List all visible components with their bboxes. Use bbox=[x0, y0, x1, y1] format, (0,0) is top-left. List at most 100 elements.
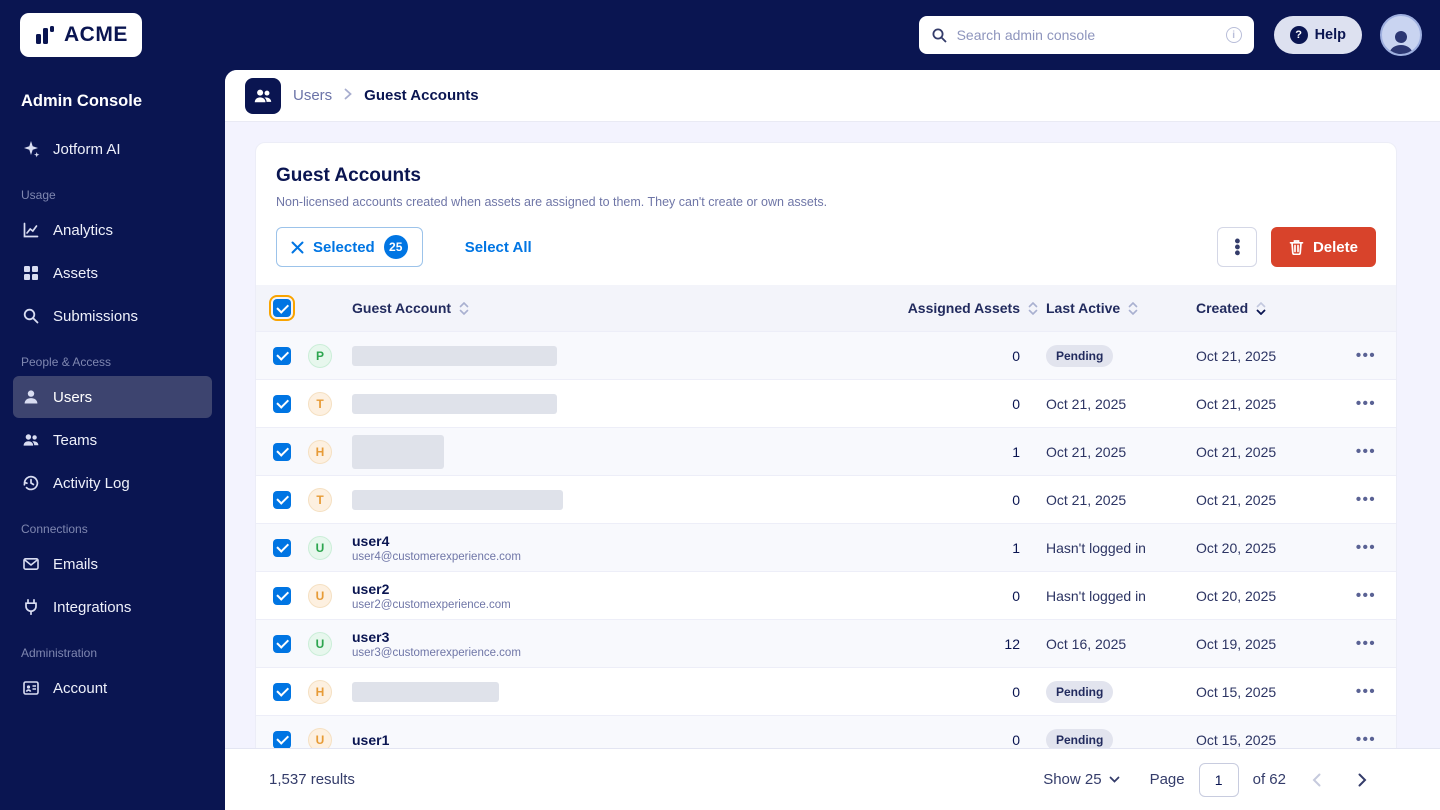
select-all-checkbox[interactable] bbox=[269, 295, 295, 321]
search-input[interactable] bbox=[956, 27, 1217, 43]
created-value: Oct 21, 2025 bbox=[1196, 347, 1277, 364]
redacted-name bbox=[352, 393, 557, 414]
row-checkbox[interactable] bbox=[273, 490, 291, 509]
chevron-right-icon bbox=[1358, 773, 1366, 786]
avatar: H bbox=[308, 679, 332, 704]
delete-button[interactable]: Delete bbox=[1270, 227, 1376, 267]
search-info-icon[interactable]: i bbox=[1225, 27, 1242, 43]
sidebar-item-integrations[interactable]: Integrations bbox=[13, 586, 212, 628]
breadcrumb: Users Guest Accounts bbox=[225, 70, 1440, 122]
sidebar-section-usage: Usage bbox=[21, 188, 56, 202]
redacted-name bbox=[352, 345, 557, 366]
teams-icon bbox=[21, 431, 40, 450]
show-per-page-select[interactable]: Show 25 bbox=[1043, 771, 1119, 788]
last-active-value: Oct 21, 2025 bbox=[1046, 491, 1127, 508]
sidebar-item-users[interactable]: Users bbox=[13, 376, 212, 418]
avatar: U bbox=[308, 535, 332, 560]
row-menu-button[interactable]: ••• bbox=[1356, 539, 1376, 556]
row-menu-button[interactable]: ••• bbox=[1356, 635, 1376, 652]
sidebar-item-account[interactable]: Account bbox=[13, 667, 212, 709]
redacted-name bbox=[352, 434, 444, 469]
sidebar-item-activity-log[interactable]: Activity Log bbox=[13, 462, 212, 504]
column-guest-account[interactable]: Guest Account bbox=[352, 300, 896, 316]
row-checkbox[interactable] bbox=[273, 442, 291, 461]
sidebar-item-submissions[interactable]: Submissions bbox=[13, 295, 212, 337]
breadcrumb-users-link[interactable]: Users bbox=[293, 87, 332, 104]
row-checkbox[interactable] bbox=[273, 538, 291, 557]
created-value: Oct 19, 2025 bbox=[1196, 635, 1277, 652]
previous-page-button[interactable] bbox=[1300, 764, 1332, 796]
acme-logo[interactable]: ACME bbox=[20, 13, 142, 57]
last-active-value: Oct 21, 2025 bbox=[1046, 443, 1127, 460]
table-row: U user3 user3@customerexperience.com 12 … bbox=[256, 619, 1396, 667]
table-header: Guest Account Assigned Assets Last Activ… bbox=[256, 285, 1396, 331]
sidebar-item-assets[interactable]: Assets bbox=[13, 252, 212, 294]
next-page-button[interactable] bbox=[1346, 764, 1378, 796]
users-breadcrumb-icon bbox=[245, 77, 281, 114]
help-button[interactable]: ? Help bbox=[1273, 16, 1362, 54]
page-description: Non-licensed accounts created when asset… bbox=[276, 195, 828, 209]
created-value: Oct 15, 2025 bbox=[1196, 683, 1277, 700]
assigned-assets-value: 0 bbox=[1012, 731, 1020, 748]
row-menu-button[interactable]: ••• bbox=[1356, 443, 1376, 460]
row-menu-button[interactable]: ••• bbox=[1356, 587, 1376, 604]
row-menu-button[interactable]: ••• bbox=[1356, 731, 1376, 748]
row-checkbox[interactable] bbox=[273, 346, 291, 365]
more-actions-button[interactable]: ••• bbox=[1216, 227, 1257, 267]
sidebar-item-analytics[interactable]: Analytics bbox=[13, 209, 212, 251]
row-checkbox[interactable] bbox=[273, 730, 291, 748]
integrations-icon bbox=[21, 598, 40, 617]
assigned-assets-value: 1 bbox=[1012, 443, 1020, 460]
row-menu-button[interactable]: ••• bbox=[1356, 395, 1376, 412]
sidebar-item-jotform-ai[interactable]: Jotform AI bbox=[13, 128, 212, 170]
guest-accounts-card: Guest Accounts Non-licensed accounts cre… bbox=[255, 142, 1397, 748]
sidebar-item-emails[interactable]: Emails bbox=[13, 543, 212, 585]
avatar: U bbox=[308, 727, 332, 748]
users-icon bbox=[21, 388, 40, 407]
table-row: U user1 0 Pending Oct 15, 2025 ••• bbox=[256, 715, 1396, 748]
row-checkbox[interactable] bbox=[273, 586, 291, 605]
page-number-input[interactable] bbox=[1198, 762, 1239, 797]
last-active-value: Oct 21, 2025 bbox=[1046, 395, 1127, 412]
avatar: T bbox=[308, 487, 332, 512]
column-created[interactable]: Created bbox=[1196, 300, 1336, 316]
admin-search: i bbox=[918, 16, 1254, 54]
guest-email: user3@customerexperience.com bbox=[352, 646, 521, 659]
selected-count-badge: 25 bbox=[383, 235, 408, 259]
column-last-active[interactable]: Last Active bbox=[1046, 300, 1196, 316]
avatar: U bbox=[308, 583, 332, 608]
avatar: U bbox=[308, 631, 332, 656]
chevron-down-icon bbox=[1109, 776, 1119, 783]
table-toolbar: Selected 25 Select All ••• Delete bbox=[256, 209, 1396, 285]
table-row: H 1 Oct 21, 2025 Oct 21, 2025 ••• bbox=[256, 427, 1396, 475]
sort-icon bbox=[459, 301, 469, 315]
row-checkbox[interactable] bbox=[273, 682, 291, 701]
table-body: P 0 Pending Oct 21, 2025 ••• T 0 Oct 21,… bbox=[256, 331, 1396, 748]
sidebar-section-connections: Connections bbox=[21, 522, 88, 536]
row-menu-button[interactable]: ••• bbox=[1356, 683, 1376, 700]
guest-name: user2 bbox=[352, 580, 390, 597]
column-assigned-assets[interactable]: Assigned Assets bbox=[896, 300, 1046, 316]
last-active-value: Hasn't logged in bbox=[1046, 587, 1146, 604]
breadcrumb-current: Guest Accounts bbox=[364, 87, 479, 104]
topbar: ACME i ? Help bbox=[0, 0, 1440, 70]
selected-button[interactable]: Selected 25 bbox=[276, 227, 423, 267]
select-all-link[interactable]: Select All bbox=[465, 239, 532, 256]
activity-log-icon bbox=[21, 474, 40, 493]
assigned-assets-value: 0 bbox=[1012, 683, 1020, 700]
row-menu-button[interactable]: ••• bbox=[1356, 491, 1376, 508]
page-label: Page bbox=[1149, 771, 1185, 788]
user-avatar[interactable] bbox=[1380, 14, 1422, 56]
row-checkbox[interactable] bbox=[273, 394, 291, 413]
row-checkbox[interactable] bbox=[273, 634, 291, 653]
created-value: Oct 21, 2025 bbox=[1196, 491, 1277, 508]
content-area: Guest Accounts Non-licensed accounts cre… bbox=[225, 122, 1440, 748]
avatar: P bbox=[308, 343, 332, 368]
sidebar-item-teams[interactable]: Teams bbox=[13, 419, 212, 461]
emails-icon bbox=[21, 555, 40, 574]
sidebar: Admin Console Jotform AI Usage Analytics… bbox=[0, 70, 225, 810]
guest-name: user3 bbox=[352, 628, 390, 645]
row-menu-button[interactable]: ••• bbox=[1356, 347, 1376, 364]
analytics-icon bbox=[21, 221, 40, 240]
created-value: Oct 15, 2025 bbox=[1196, 731, 1277, 748]
